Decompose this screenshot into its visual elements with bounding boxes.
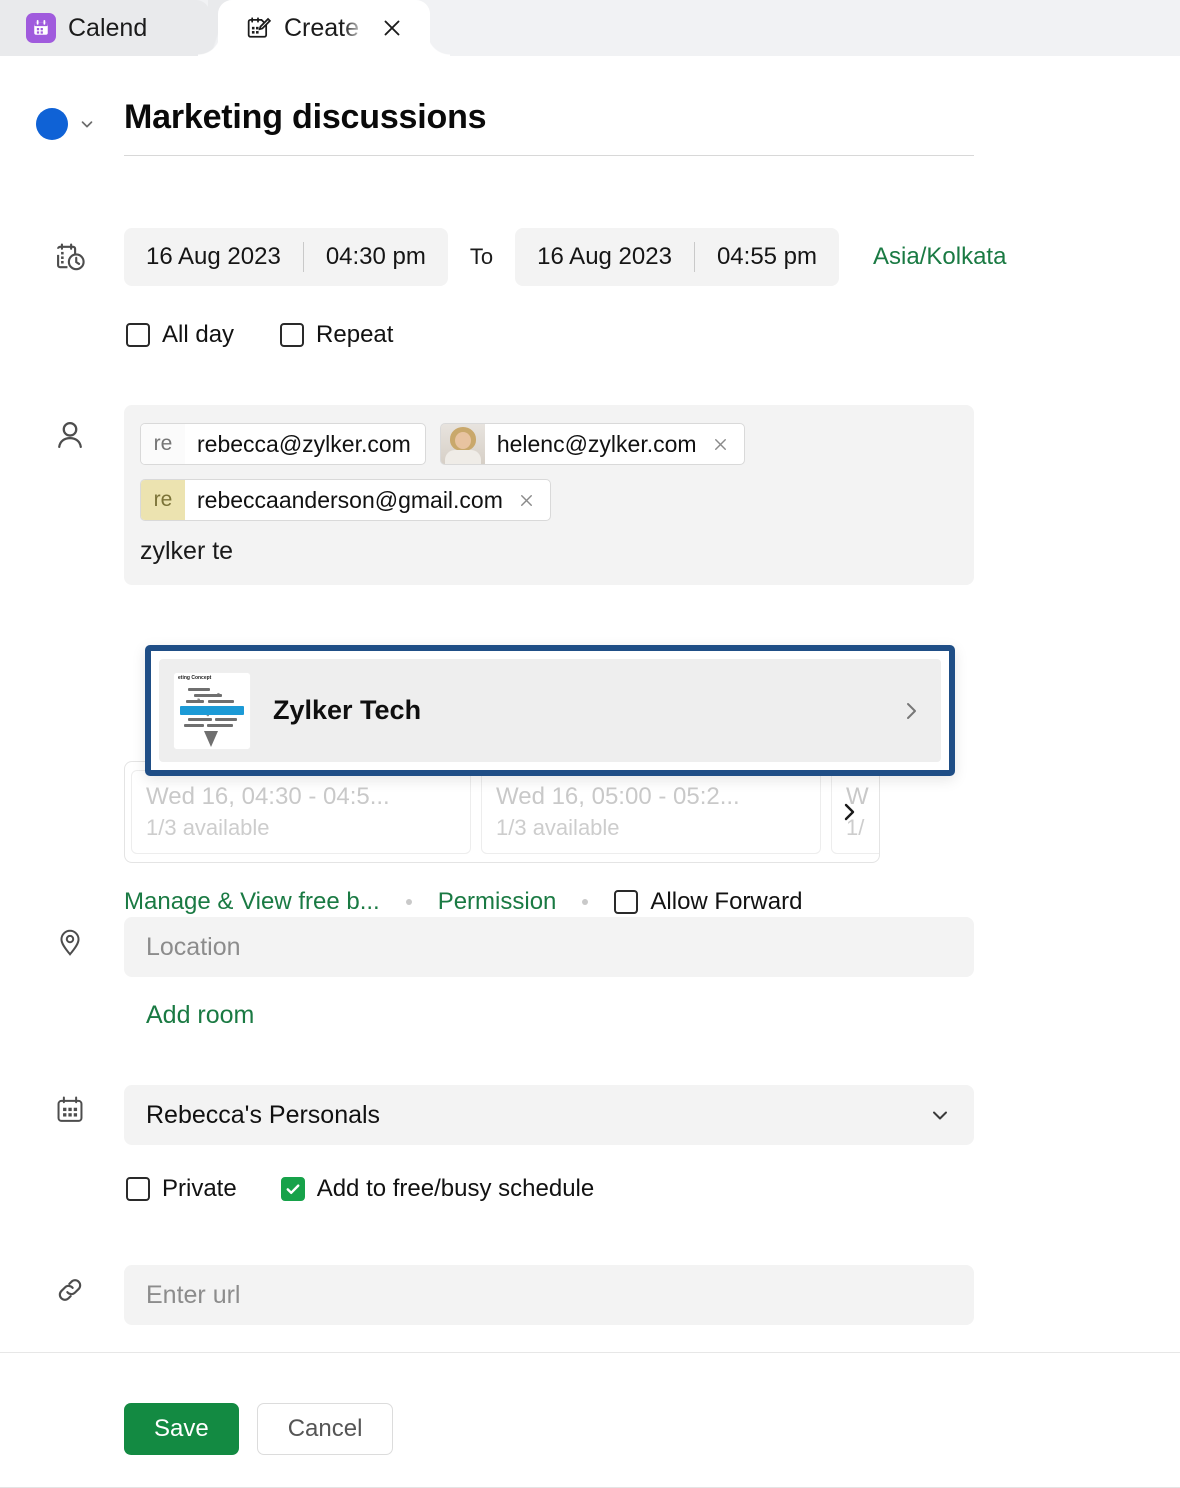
location-pin-icon (48, 926, 92, 958)
form-actions: Save Cancel (124, 1403, 394, 1455)
repeat-label: Repeat (316, 321, 394, 348)
attendee-email: rebecca@zylker.com (197, 430, 411, 457)
privacy-row: Private Add to free/busy schedule (126, 1175, 594, 1203)
event-datetime-row: 16 Aug 2023 04:30 pm To 16 Aug 2023 04:5… (124, 228, 1006, 286)
event-form: Marketing discussions 16 Aug 2023 04:30 … (0, 56, 1180, 1488)
checkbox-box[interactable] (280, 323, 305, 347)
footer-divider (0, 1352, 1180, 1353)
chevron-right-icon[interactable] (899, 699, 923, 723)
url-input[interactable]: Enter url (124, 1265, 974, 1325)
attendee-email: helenc@zylker.com (496, 430, 697, 457)
close-icon[interactable] (711, 435, 744, 454)
separator-dot (582, 899, 589, 905)
slot-availability: 1/3 available (496, 815, 620, 840)
attendee-email: rebeccaanderson@gmail.com (197, 486, 503, 513)
end-time-input[interactable]: 04:55 pm (695, 228, 839, 286)
chevron-right-icon[interactable] (837, 800, 861, 824)
event-title-input[interactable]: Marketing discussions (124, 98, 974, 156)
attendee-chips: re rebecca@zylker.com helenc@zylker.com (140, 423, 958, 521)
attendee-options-row: Manage & View free b... Permission Allow… (124, 888, 802, 916)
attendee-chip[interactable]: re rebeccaanderson@gmail.com (140, 479, 551, 521)
add-to-freebusy-checkbox[interactable]: Add to free/busy schedule (280, 1175, 595, 1203)
location-placeholder: Location (146, 932, 241, 961)
attendee-suggestion-dropdown[interactable]: eting Concept Zylker Tech (145, 645, 955, 776)
avatar: re (141, 480, 185, 520)
create-event-window: Calend Create E (0, 0, 1180, 1488)
person-icon (48, 418, 92, 452)
checkbox-box[interactable] (614, 890, 639, 914)
close-icon[interactable] (380, 16, 404, 40)
freebusy-slot[interactable]: Wed 16, 05:00 - 05:2... 1/3 available (481, 770, 821, 854)
start-time-input[interactable]: 04:30 pm (304, 228, 448, 286)
add-room-link[interactable]: Add room (146, 1001, 254, 1030)
marketing-wordcloud-image: eting Concept (173, 671, 251, 750)
suggestion-item-zylker-tech[interactable]: eting Concept Zylker Tech (159, 659, 941, 762)
cancel-button[interactable]: Cancel (256, 1403, 394, 1455)
checkbox-box[interactable] (126, 323, 150, 347)
allow-forward-checkbox[interactable]: Allow Forward (614, 888, 802, 916)
create-event-icon (244, 14, 272, 42)
event-color-swatch[interactable] (36, 108, 68, 140)
attendees-panel[interactable]: re rebecca@zylker.com helenc@zylker.com (124, 405, 974, 585)
private-label: Private (162, 1175, 237, 1202)
add-to-freebusy-label: Add to free/busy schedule (316, 1175, 595, 1202)
calendar-select[interactable]: Rebecca's Personals (124, 1085, 974, 1145)
to-label: To (469, 244, 494, 269)
browser-tab-bar: Calend Create E (0, 0, 1180, 56)
allow-forward-label: Allow Forward (650, 888, 803, 915)
attendee-search-input[interactable]: zylker te (140, 537, 958, 566)
date-time-icon (48, 240, 92, 274)
avatar: re (141, 424, 185, 464)
manage-freebusy-link[interactable]: Manage & View free b... (124, 888, 380, 916)
suggestion-name: Zylker Tech (273, 695, 422, 725)
slot-availability: 1/3 available (146, 815, 270, 840)
tab-calendar[interactable]: Calend (0, 0, 232, 56)
start-date-input[interactable]: 16 Aug 2023 (124, 228, 303, 286)
private-checkbox[interactable]: Private (126, 1175, 237, 1203)
url-placeholder: Enter url (146, 1280, 241, 1309)
tab-label-create-event: Create E (284, 13, 366, 42)
all-day-checkbox[interactable]: All day (126, 321, 234, 349)
tab-label-calendar: Calend (68, 13, 148, 42)
link-icon (48, 1274, 92, 1306)
separator-dot (405, 899, 412, 905)
all-day-label: All day (162, 321, 235, 348)
checkbox-box[interactable] (280, 1177, 305, 1201)
attendee-chip[interactable]: re rebecca@zylker.com (140, 423, 426, 465)
location-input[interactable]: Location (124, 917, 974, 977)
repeat-checkbox[interactable]: Repeat (280, 321, 393, 349)
allday-repeat-row: All day Repeat (126, 321, 393, 349)
calendar-selected-value: Rebecca's Personals (146, 1100, 381, 1129)
freebusy-slot-strip[interactable]: Wed 16, 04:30 - 04:5... 1/3 available We… (124, 761, 880, 863)
calendar-app-icon (26, 13, 56, 43)
checkbox-box[interactable] (126, 1177, 150, 1201)
attendee-chip[interactable]: helenc@zylker.com (439, 423, 745, 465)
freebusy-slot[interactable]: Wed 16, 04:30 - 04:5... 1/3 available (131, 770, 471, 854)
start-datetime-group[interactable]: 16 Aug 2023 04:30 pm (124, 228, 448, 286)
slot-range: Wed 16, 05:00 - 05:2... (496, 783, 740, 810)
timezone-link[interactable]: Asia/Kolkata (873, 243, 1006, 271)
chevron-down-icon[interactable] (78, 115, 96, 133)
save-button[interactable]: Save (124, 1403, 239, 1455)
avatar (440, 424, 485, 464)
calendar-icon (48, 1094, 92, 1126)
slot-range: Wed 16, 04:30 - 04:5... (146, 783, 390, 810)
event-color-picker[interactable] (36, 108, 96, 140)
chevron-down-icon[interactable] (928, 1103, 952, 1127)
tab-create-event[interactable]: Create E (218, 0, 430, 56)
end-date-input[interactable]: 16 Aug 2023 (515, 228, 694, 286)
close-icon[interactable] (517, 491, 550, 510)
permission-link[interactable]: Permission (438, 888, 557, 916)
end-datetime-group[interactable]: 16 Aug 2023 04:55 pm (515, 228, 840, 286)
